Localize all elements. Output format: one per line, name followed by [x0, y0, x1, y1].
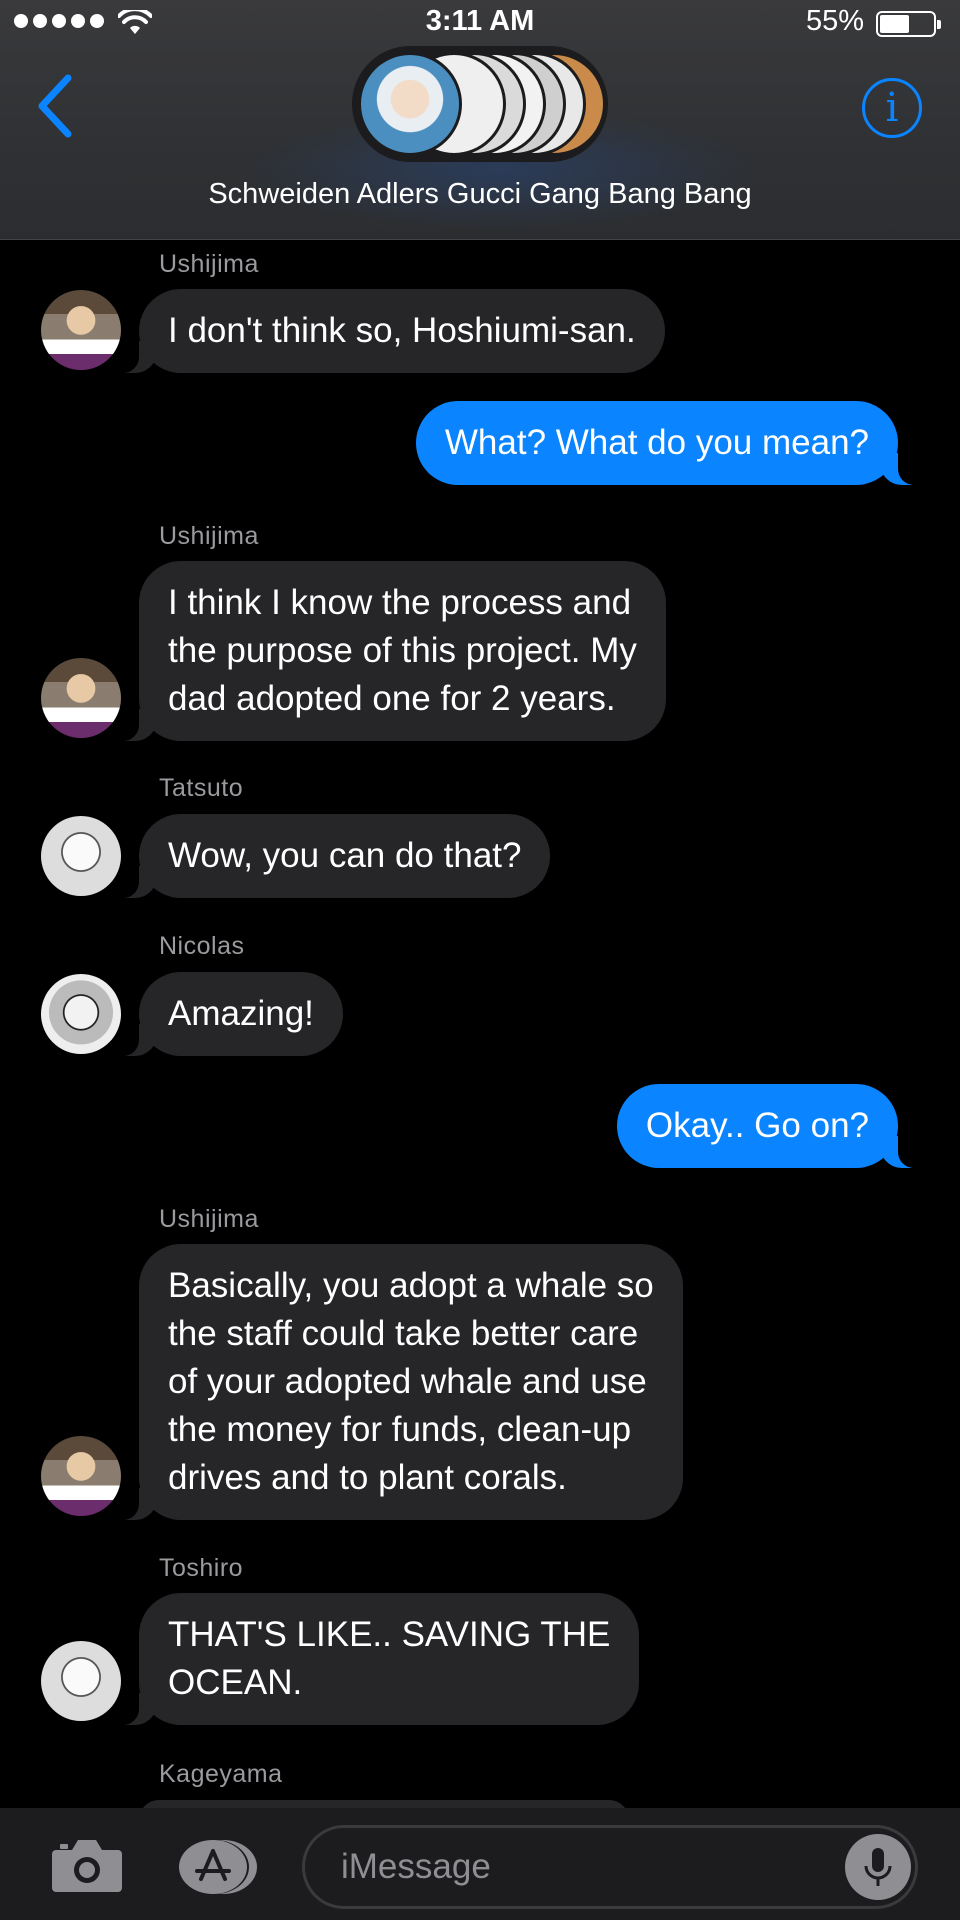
- group-title[interactable]: Schweiden Adlers Gucci Gang Bang Bang: [0, 178, 960, 211]
- battery-fill: [880, 15, 909, 33]
- microphone-icon[interactable]: [845, 1834, 911, 1900]
- group-member-avatar-bokuto: [358, 52, 462, 156]
- status-bar: 3:11 AM 55%: [0, 0, 960, 46]
- group-avatars[interactable]: [352, 46, 608, 162]
- outgoing-message-bubble[interactable]: What? What do you mean?: [415, 401, 921, 485]
- conversation-header: 3:11 AM 55% i Schweiden Adlers Gucci Gan…: [0, 0, 960, 240]
- sender-name: Tatsuto: [159, 774, 244, 802]
- outgoing-message-bubble[interactable]: Okay.. Go on?: [616, 1084, 921, 1168]
- incoming-message-bubble[interactable]: I think I know the process and the purpo…: [117, 561, 666, 741]
- sender-name: Ushijima: [159, 250, 259, 278]
- incoming-message-bubble[interactable]: Basically, you adopt a whale so the staf…: [117, 1244, 683, 1520]
- incoming-message-bubble[interactable]: I don't think so, Hoshiumi-san.: [117, 289, 665, 373]
- battery-percentage: 55%: [805, 5, 864, 37]
- incoming-message-bubble[interactable]: Wow, you can do that?: [116, 814, 551, 898]
- message-list[interactable]: Ushijima I don't think so, Hoshiumi-san.…: [0, 240, 960, 1808]
- sender-name: Ushijima: [159, 1205, 259, 1233]
- avatar-ushijima[interactable]: [41, 290, 121, 370]
- app-store-icon[interactable]: [175, 1838, 263, 1896]
- avatar-nicolas[interactable]: [41, 974, 121, 1054]
- avatar-ushijima[interactable]: [41, 658, 121, 738]
- avatar-toshiro[interactable]: [41, 1641, 121, 1721]
- incoming-message-bubble-partial[interactable]: [139, 1800, 629, 1808]
- battery-icon: [876, 11, 941, 37]
- sender-name: Kageyama: [159, 1760, 283, 1788]
- incoming-message-bubble[interactable]: Amazing!: [117, 972, 343, 1056]
- incoming-message-bubble[interactable]: THAT'S LIKE.. SAVING THE OCEAN.: [116, 1593, 640, 1725]
- avatar-tatsuto[interactable]: [41, 816, 121, 896]
- camera-icon[interactable]: [50, 1836, 124, 1894]
- sender-name: Nicolas: [159, 932, 245, 960]
- sender-name: Ushijima: [159, 522, 259, 550]
- avatar-ushijima[interactable]: [41, 1436, 121, 1516]
- info-icon[interactable]: i: [862, 78, 922, 138]
- sender-name: Toshiro: [159, 1554, 244, 1582]
- back-chevron-icon[interactable]: [30, 70, 82, 142]
- input-bar: [0, 1808, 960, 1920]
- imessage-input[interactable]: [302, 1825, 918, 1909]
